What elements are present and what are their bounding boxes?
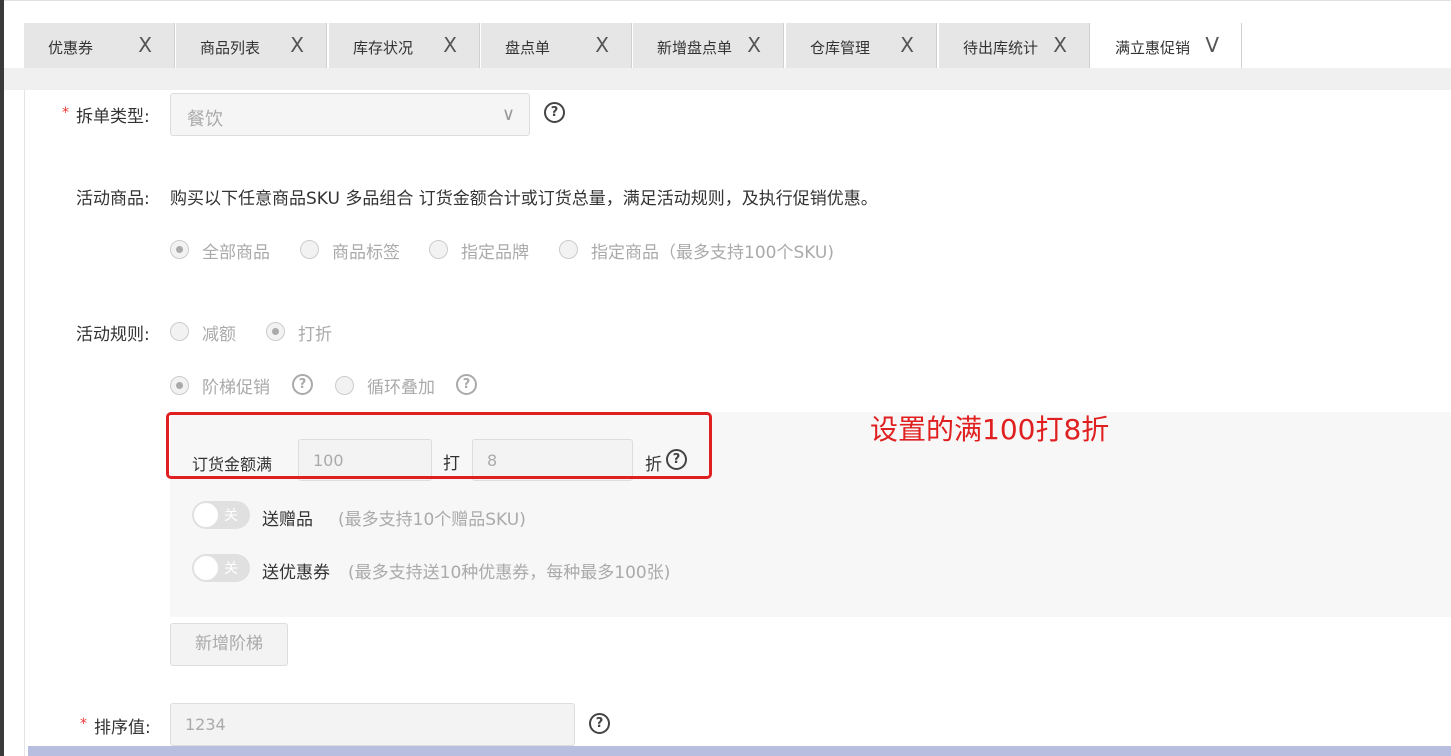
- coupon-label: 送优惠券: [262, 563, 330, 583]
- tab-new-stocktake[interactable]: 新增盘点单 X: [633, 23, 784, 69]
- divider: [24, 90, 25, 756]
- sort-label: 排序值:: [94, 718, 151, 738]
- help-icon[interactable]: ?: [544, 102, 565, 123]
- radio-label: 打折: [298, 325, 332, 345]
- radio-label: 循环叠加: [367, 378, 435, 398]
- radio-brand[interactable]: [429, 240, 448, 259]
- radio-label: 阶梯促销: [202, 378, 270, 398]
- split-type-value: 餐饮: [187, 109, 223, 130]
- bottom-bar: [28, 746, 1451, 756]
- tab-label: 满立惠促销: [1115, 39, 1191, 57]
- close-icon[interactable]: X: [138, 33, 152, 57]
- tab-label: 商品列表: [200, 39, 261, 57]
- radio-label: 指定品牌: [461, 243, 529, 263]
- tab-coupon[interactable]: 优惠券 X: [24, 23, 175, 69]
- gift-toggle[interactable]: 关: [192, 501, 250, 529]
- close-icon[interactable]: X: [900, 33, 914, 57]
- tab-strip: [4, 68, 1451, 90]
- tab-warehouse[interactable]: 仓库管理 X: [786, 23, 937, 69]
- close-icon[interactable]: X: [595, 33, 609, 57]
- help-icon[interactable]: ?: [456, 374, 477, 395]
- close-icon[interactable]: X: [443, 33, 457, 57]
- radio-label: 减额: [202, 325, 236, 345]
- radio-cycle[interactable]: [335, 376, 354, 395]
- radio-all-goods[interactable]: [170, 240, 189, 259]
- tab-label: 盘点单: [505, 39, 551, 57]
- help-icon[interactable]: ?: [589, 713, 610, 734]
- tab-label: 优惠券: [48, 39, 94, 57]
- close-icon[interactable]: X: [747, 33, 761, 57]
- tab-inventory-status[interactable]: 库存状况 X: [329, 23, 480, 69]
- chevron-down-icon[interactable]: V: [1205, 33, 1219, 57]
- tab-label: 仓库管理: [810, 39, 871, 57]
- toggle-text: 关: [224, 561, 238, 577]
- annotation-text: 设置的满100打8折: [870, 413, 1110, 446]
- annotation-highlight-box: [166, 412, 712, 479]
- activity-rule-label: 活动规则:: [76, 325, 150, 345]
- radio-reduce[interactable]: [170, 322, 189, 341]
- close-icon[interactable]: X: [1053, 33, 1067, 57]
- help-icon[interactable]: ?: [292, 374, 313, 395]
- form-area: * 拆单类型: 餐饮 ∨ ? 活动商品: 购买以下任意商品SKU 多品组合 订货…: [4, 90, 1451, 756]
- radio-discount[interactable]: [266, 322, 285, 341]
- add-tier-button[interactable]: 新增阶梯: [170, 623, 288, 666]
- radio-label: 指定商品（最多支持100个SKU): [591, 243, 835, 263]
- coupon-toggle[interactable]: 关: [192, 554, 250, 582]
- toggle-knob: [194, 556, 218, 580]
- tab-product-list[interactable]: 商品列表 X: [176, 23, 327, 69]
- split-type-label: 拆单类型:: [76, 107, 150, 127]
- required-mark: *: [62, 105, 69, 121]
- radio-goods-tag[interactable]: [300, 240, 319, 259]
- gift-label: 送赠品: [262, 510, 313, 530]
- chevron-down-icon: ∨: [501, 104, 515, 125]
- close-icon[interactable]: X: [290, 33, 304, 57]
- tab-promotion[interactable]: 满立惠促销 V: [1091, 23, 1242, 69]
- radio-specific-goods[interactable]: [559, 240, 578, 259]
- toggle-text: 关: [224, 508, 238, 524]
- activity-goods-description: 购买以下任意商品SKU 多品组合 订货金额合计或订货总量，满足活动规则，及执行促…: [170, 189, 878, 209]
- tab-label: 新增盘点单: [657, 39, 733, 57]
- tab-label: 待出库统计: [963, 39, 1039, 57]
- tab-pending-outbound[interactable]: 待出库统计 X: [939, 23, 1090, 69]
- radio-tiered[interactable]: [170, 376, 189, 395]
- activity-goods-label: 活动商品:: [76, 189, 150, 209]
- toggle-knob: [194, 503, 218, 527]
- sort-value: 1234: [185, 715, 226, 734]
- tab-label: 库存状况: [353, 39, 414, 57]
- required-mark: *: [80, 716, 87, 732]
- radio-label: 商品标签: [332, 243, 400, 263]
- gift-hint: (最多支持10个赠品SKU): [338, 510, 526, 530]
- sort-input[interactable]: 1234: [170, 703, 575, 746]
- radio-label: 全部商品: [202, 243, 270, 263]
- tab-stocktake[interactable]: 盘点单 X: [481, 23, 632, 69]
- split-type-select[interactable]: 餐饮 ∨: [170, 93, 530, 136]
- coupon-hint: (最多支持送10种优惠券，每种最多100张): [348, 563, 671, 583]
- tab-bar: 优惠券 X 商品列表 X 库存状况 X 盘点单 X 新增盘点单 X 仓库管理 X…: [4, 0, 1451, 69]
